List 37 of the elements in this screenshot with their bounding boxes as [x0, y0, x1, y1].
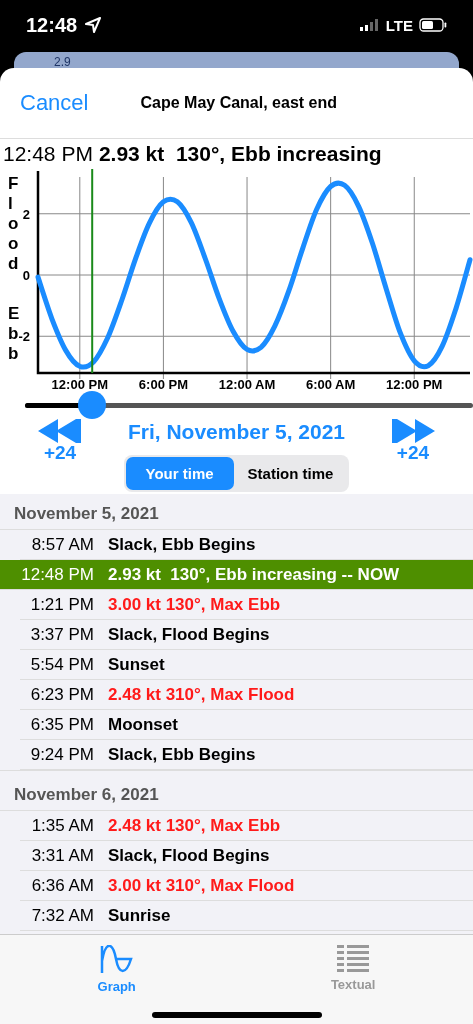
- segment-option[interactable]: Station time: [233, 457, 348, 490]
- event-row[interactable]: 1:21 PM 3.00 kt 130°, Max Ebb: [20, 590, 473, 620]
- event-row[interactable]: 6:36 AM 3.00 kt 310°, Max Flood: [20, 871, 473, 901]
- event-row[interactable]: 6:35 PM Moonset: [20, 710, 473, 740]
- section-header: November 6, 2021: [0, 770, 473, 811]
- event-row[interactable]: 1:35 AM 2.48 kt 130°, Max Ebb: [20, 811, 473, 841]
- card-value: 2.9: [54, 55, 71, 69]
- network-type: LTE: [385, 16, 413, 34]
- location-arrow-icon: [85, 17, 102, 33]
- current-event-row[interactable]: 12:48 PM 2.93 kt 130°, Ebb increasing -- NOW: [0, 560, 473, 590]
- y-tick-label: -2: [18, 329, 30, 345]
- event-row[interactable]: 7:32 AM Sunrise: [20, 901, 473, 931]
- slider-thumb[interactable]: [78, 391, 107, 419]
- signal-icon: [359, 19, 380, 31]
- battery-icon: [419, 18, 447, 32]
- readout-value: 2.93 kt 130°, Ebb increasing: [98, 142, 382, 166]
- x-tick-label: 12:00 PM: [51, 377, 108, 391]
- time-slider[interactable]: [25, 391, 473, 419]
- flood-axis-label: Flood: [8, 174, 19, 273]
- event-row[interactable]: 6:23 PM 2.48 kt 310°, Max Flood: [20, 680, 473, 710]
- x-tick-label: 12:00 PM: [386, 377, 443, 391]
- ebb-axis-label: Ebb: [8, 304, 20, 363]
- x-tick-label: 12:00 AM: [218, 377, 276, 391]
- readout-time: 12:48 PM: [3, 142, 93, 166]
- rewind-icon: [38, 419, 82, 443]
- fast-forward-icon: [391, 419, 435, 443]
- event-row[interactable]: 3:31 AM Slack, Flood Begins: [20, 841, 473, 871]
- station-title: Cape May Canal, east end: [140, 94, 337, 112]
- list-icon: [337, 945, 370, 973]
- event-row[interactable]: 3:37 PM Slack, Flood Begins: [20, 620, 473, 650]
- y-tick-label: 0: [22, 268, 30, 283]
- x-tick-label: 6:00 PM: [138, 377, 188, 391]
- y-tick-label: 2: [22, 206, 30, 222]
- x-tick-label: 6:00 AM: [305, 377, 356, 391]
- status-time: 12:48: [26, 13, 78, 37]
- event-row[interactable]: 5:54 PM Sunset: [20, 650, 473, 680]
- graph-icon: [99, 945, 134, 975]
